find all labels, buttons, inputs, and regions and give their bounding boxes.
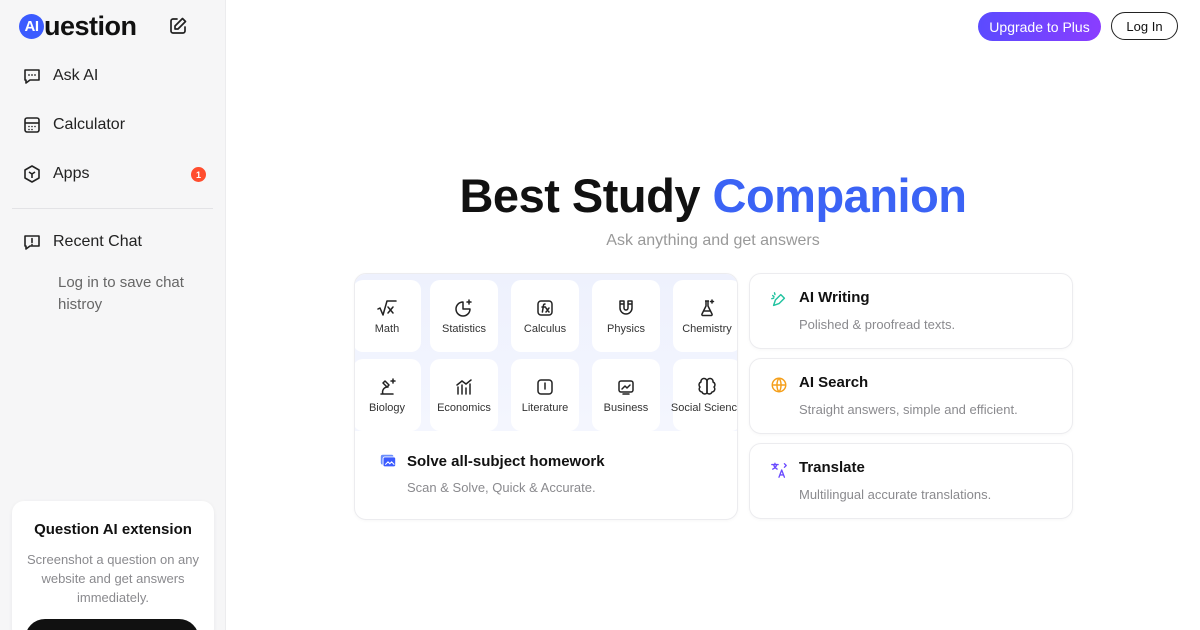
microscope-icon bbox=[380, 378, 396, 395]
sidebar-item-apps[interactable]: Apps 1 bbox=[22, 161, 212, 187]
book-icon bbox=[537, 379, 553, 395]
hero-title: Best Study Companion bbox=[226, 168, 1200, 223]
feature-description: Polished & proofread texts. bbox=[799, 317, 956, 332]
extension-description: Screenshot a question on any website and… bbox=[26, 552, 199, 605]
line-chart-icon bbox=[618, 380, 634, 395]
sidebar: AI uestion Ask AI Calculator Apps 1 Rece… bbox=[0, 0, 226, 630]
hero-title-accent: Companion bbox=[712, 169, 967, 222]
notification-badge: 1 bbox=[191, 167, 206, 182]
magnet-icon bbox=[619, 300, 633, 315]
sqrt-icon bbox=[377, 300, 397, 316]
subject-label: Social Science bbox=[670, 402, 738, 414]
sidebar-item-calculator[interactable]: Calculator bbox=[22, 112, 212, 138]
subject-business[interactable]: Business bbox=[592, 359, 660, 431]
subject-statistics[interactable]: Statistics bbox=[430, 280, 498, 352]
feature-ai-writing[interactable]: AI Writing Polished & proofread texts. bbox=[749, 273, 1073, 349]
subject-label: Math bbox=[374, 323, 400, 335]
subject-grid: Math Statistics Calculus Physics Chemist… bbox=[355, 274, 738, 431]
new-chat-edit-icon[interactable] bbox=[168, 16, 188, 36]
subject-physics[interactable]: Physics bbox=[592, 280, 660, 352]
translate-icon bbox=[771, 462, 787, 478]
feature-title: AI Search bbox=[799, 374, 869, 391]
homework-card[interactable]: Math Statistics Calculus Physics Chemist… bbox=[354, 273, 738, 520]
logo[interactable]: AI uestion bbox=[19, 10, 137, 41]
function-icon bbox=[537, 300, 553, 316]
sidebar-item-label: Recent Chat bbox=[53, 233, 142, 250]
bar-chart-icon bbox=[456, 379, 472, 395]
sidebar-item-label: Ask AI bbox=[53, 67, 99, 84]
globe-icon bbox=[771, 377, 787, 393]
sidebar-item-label: Calculator bbox=[53, 116, 126, 133]
chat-bubble-icon bbox=[24, 69, 40, 84]
homework-description: Scan & Solve, Quick & Accurate. bbox=[407, 480, 596, 495]
calculator-icon bbox=[24, 117, 40, 133]
subject-social-science[interactable]: Social Science bbox=[670, 359, 738, 431]
feature-description: Straight answers, simple and efficient. bbox=[799, 402, 1018, 417]
logo-text: uestion bbox=[44, 10, 137, 41]
sidebar-item-recent-chat[interactable]: Recent Chat bbox=[22, 229, 212, 255]
subject-label: Economics bbox=[437, 402, 491, 414]
recent-chat-icon bbox=[24, 235, 40, 250]
subject-label: Physics bbox=[607, 323, 645, 335]
subject-label: Business bbox=[603, 402, 649, 414]
feature-ai-search[interactable]: AI Search Straight answers, simple and e… bbox=[749, 358, 1073, 434]
login-button[interactable]: Log In bbox=[1111, 12, 1178, 40]
extension-card: Question AI extension Screenshot a quest… bbox=[12, 501, 214, 630]
subject-economics[interactable]: Economics bbox=[430, 359, 498, 431]
cube-icon bbox=[24, 165, 40, 183]
subject-biology[interactable]: Biology bbox=[355, 359, 421, 431]
subject-math[interactable]: Math bbox=[355, 280, 421, 352]
subject-label: Literature bbox=[521, 402, 569, 414]
scan-image-icon bbox=[380, 454, 397, 468]
upgrade-button[interactable]: Upgrade to Plus bbox=[978, 12, 1101, 41]
writing-icon bbox=[771, 292, 786, 307]
subject-label: Chemistry bbox=[682, 323, 732, 335]
subject-calculus[interactable]: Calculus bbox=[511, 280, 579, 352]
flask-icon bbox=[701, 299, 715, 317]
pie-chart-icon bbox=[455, 299, 472, 317]
sidebar-divider bbox=[12, 208, 213, 209]
subject-label: Statistics bbox=[441, 323, 486, 335]
hero-title-main: Best Study bbox=[459, 169, 713, 222]
hero-subtitle: Ask anything and get answers bbox=[606, 232, 820, 249]
subject-literature[interactable]: Literature bbox=[511, 359, 579, 431]
homework-title: Solve all-subject homework bbox=[407, 452, 605, 470]
subject-label: Biology bbox=[368, 402, 406, 414]
extension-button[interactable] bbox=[25, 619, 199, 630]
feature-title: Translate bbox=[799, 459, 865, 476]
sidebar-item-label: Apps bbox=[53, 165, 90, 182]
feature-title: AI Writing bbox=[799, 289, 870, 306]
homework-title-row: Solve all-subject homework bbox=[379, 452, 605, 470]
extension-title: Question AI extension bbox=[34, 521, 192, 538]
brain-icon bbox=[698, 377, 716, 395]
logo-badge: AI bbox=[19, 13, 44, 39]
subject-chemistry[interactable]: Chemistry bbox=[673, 280, 737, 352]
feature-description: Multilingual accurate translations. bbox=[799, 487, 992, 502]
subject-label: Calculus bbox=[523, 323, 567, 335]
feature-translate[interactable]: Translate Multilingual accurate translat… bbox=[749, 443, 1073, 519]
recent-chat-note: Log in to save chat histroy bbox=[58, 274, 184, 313]
sidebar-item-ask-ai[interactable]: Ask AI bbox=[22, 63, 212, 89]
